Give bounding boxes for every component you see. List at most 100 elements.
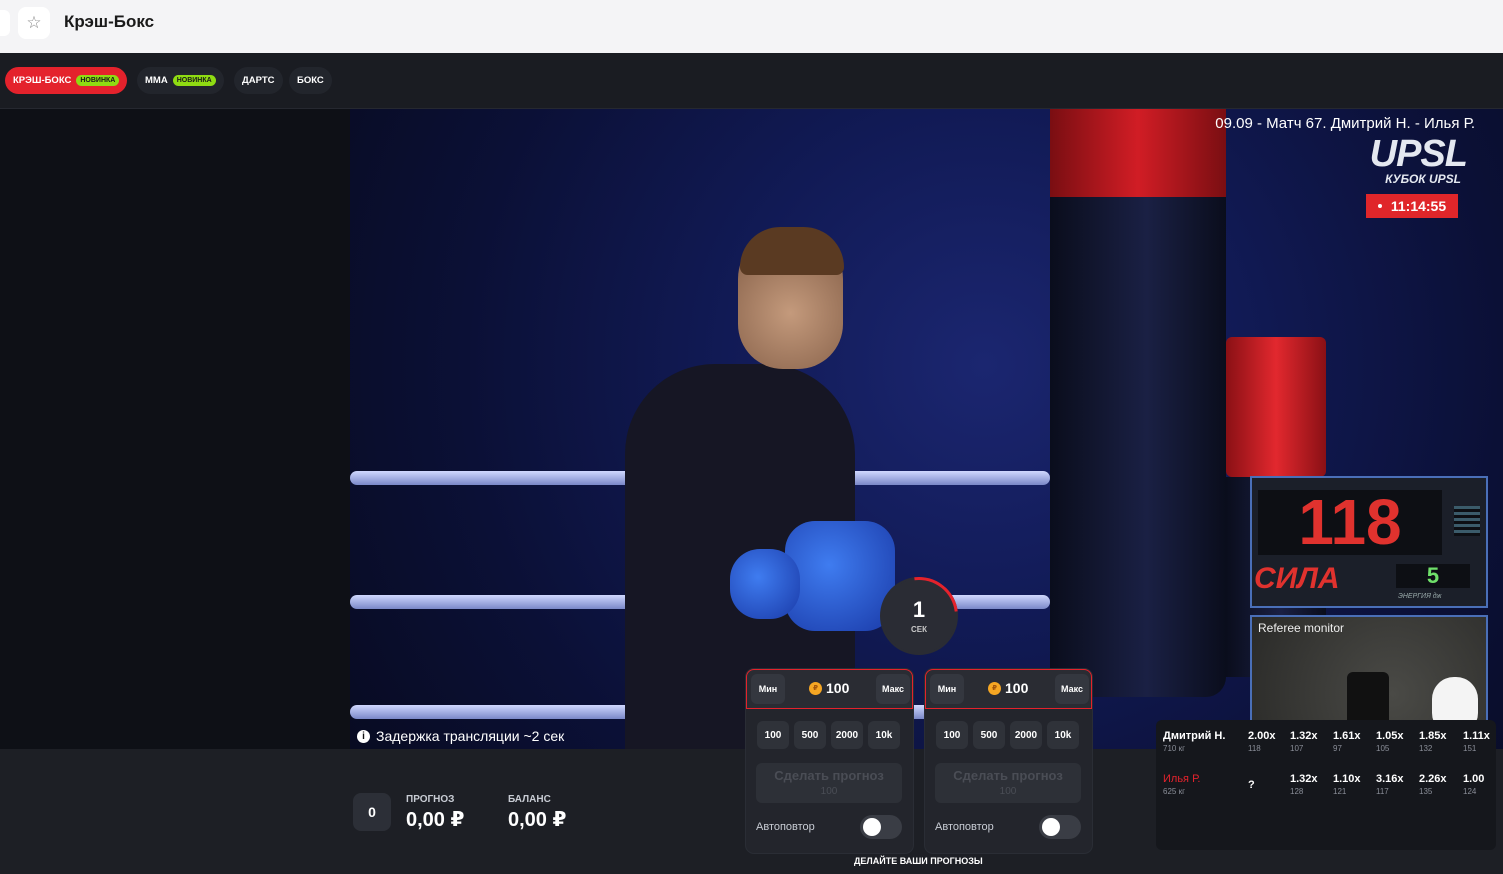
- second-bag-top: [1226, 337, 1326, 477]
- video-stream: 09.09 - Матч 67. Дмитрий Н. - Илья Р. UP…: [350, 109, 1503, 749]
- odds-cell[interactable]: 1.05x: [1376, 730, 1404, 742]
- amount-row: Мин ₽ 100 Макс: [925, 669, 1092, 709]
- amount-input[interactable]: ₽ 100: [988, 680, 1028, 696]
- countdown-timer: 1 СЕК: [864, 561, 974, 671]
- browser-topbar: ☆ Крэш-Бокс: [0, 0, 1503, 53]
- autorepeat-toggle[interactable]: [860, 815, 902, 839]
- quick-amount-button[interactable]: 10k: [868, 721, 900, 749]
- ruble-coin-icon: ₽: [809, 681, 822, 695]
- tab-crash-box[interactable]: КРЭШ-БОКС НОВИНКА: [5, 67, 128, 94]
- autorepeat-toggle[interactable]: [1039, 815, 1081, 839]
- tab-mma[interactable]: ММА НОВИНКА: [137, 67, 224, 94]
- player-name: Дмитрий Н.: [1163, 730, 1226, 742]
- odds-cell[interactable]: 1.85x: [1419, 730, 1447, 742]
- tab-label: БОКС: [297, 75, 324, 86]
- make-forecast-label: Сделать прогноз: [774, 768, 884, 783]
- odds-cell[interactable]: 1.32x: [1290, 730, 1318, 742]
- odds-weight: 117: [1376, 787, 1389, 796]
- max-button[interactable]: Макс: [876, 674, 910, 704]
- make-forecast-amount: 100: [999, 786, 1017, 797]
- quick-amount-button[interactable]: 2000: [1010, 721, 1042, 749]
- cup-label: КУБОК UPSL: [1385, 172, 1461, 186]
- min-button[interactable]: Мин: [930, 674, 964, 704]
- balance-value: 0,00 ₽: [508, 809, 567, 831]
- tab-darts[interactable]: ДАРТС: [234, 67, 283, 94]
- max-button[interactable]: Макс: [1055, 674, 1089, 704]
- make-forecast-button[interactable]: Сделать прогноз 100: [935, 763, 1081, 803]
- odds-weight: 107: [1290, 744, 1304, 753]
- strength-value: 118: [1258, 490, 1442, 555]
- meter-icon: [1454, 506, 1480, 536]
- player-name: Илья Р.: [1163, 773, 1201, 785]
- odds-weight: 151: [1463, 744, 1477, 753]
- odds-cell[interactable]: 2.00x: [1248, 730, 1276, 742]
- odds-cell[interactable]: 2.26x: [1419, 773, 1447, 785]
- bet-panel-2: Мин ₽ 100 Макс 100 500 2000 10k Сделать …: [925, 669, 1092, 853]
- new-badge: НОВИНКА: [172, 75, 216, 86]
- bet-panel-1: Мин ₽ 100 Макс 100 500 2000 10k Сделать …: [746, 669, 913, 853]
- make-forecast-label: Сделать прогноз: [953, 768, 1063, 783]
- odds-cell[interactable]: 3.16x: [1376, 773, 1404, 785]
- tab-label: КРЭШ-БОКС: [13, 75, 72, 86]
- upsl-logo: UPSL: [1369, 133, 1468, 175]
- make-forecast-button[interactable]: Сделать прогноз 100: [756, 763, 902, 803]
- tab-label: ДАРТС: [242, 75, 275, 86]
- star-icon[interactable]: ☆: [18, 7, 50, 39]
- amount-value: 100: [1005, 680, 1029, 696]
- timer-unit: СЕК: [911, 625, 927, 634]
- boxing-glove: [785, 521, 895, 631]
- tab-boxing[interactable]: БОКС: [289, 67, 332, 94]
- ruble-coin-icon: ₽: [988, 681, 1001, 695]
- quick-amount-button[interactable]: 10k: [1047, 721, 1079, 749]
- player-weight: 625 кг: [1163, 787, 1185, 796]
- odds-weight: 118: [1248, 744, 1261, 753]
- toggle-knob: [1042, 818, 1060, 836]
- stream-delay: i Задержка трансляции ~2 сек: [357, 728, 564, 744]
- toggle-knob: [863, 818, 881, 836]
- min-button[interactable]: Мин: [751, 674, 785, 704]
- odds-cell[interactable]: 1.32x: [1290, 773, 1318, 785]
- quick-amount-button[interactable]: 500: [973, 721, 1005, 749]
- tab-label: ММА: [145, 75, 168, 86]
- amount-input[interactable]: ₽ 100: [809, 680, 849, 696]
- player-weight: 710 кг: [1163, 744, 1185, 753]
- forecast-label: ПРОГНОЗ: [406, 794, 455, 805]
- timer-value: 1: [912, 597, 926, 622]
- quick-amount-button[interactable]: 2000: [831, 721, 863, 749]
- stream-clock: 11:14:55: [1366, 194, 1458, 218]
- strength-label: СИЛА: [1254, 562, 1340, 595]
- odds-weight: 128: [1290, 787, 1304, 796]
- live-dot-icon: [1377, 204, 1382, 208]
- odds-weight: 121: [1333, 787, 1347, 796]
- odds-cell[interactable]: 1.10x: [1333, 773, 1361, 785]
- energy-value: 5: [1396, 564, 1470, 588]
- bet-count: 0: [353, 793, 391, 831]
- place-forecasts-hint: ДЕЛАЙТЕ ВАШИ ПРОГНОЗЫ: [854, 856, 983, 866]
- odds-cell[interactable]: 1.00: [1463, 773, 1484, 785]
- odds-weight: 132: [1419, 744, 1433, 753]
- autorepeat-label: Автоповтор: [935, 821, 994, 833]
- quick-amount-button[interactable]: 100: [936, 721, 968, 749]
- left-empty-area: [0, 109, 350, 749]
- punching-bag-top: [1050, 109, 1226, 197]
- odds-weight: 97: [1333, 744, 1342, 753]
- odds-cell[interactable]: 1.11x: [1463, 730, 1490, 742]
- quick-amount-button[interactable]: 100: [757, 721, 789, 749]
- odds-cell[interactable]: 1.61x: [1333, 730, 1361, 742]
- game-tabs: КРЭШ-БОКС НОВИНКА ММА НОВИНКА ДАРТС БОКС: [0, 53, 1503, 109]
- odds-weight: 105: [1376, 744, 1390, 753]
- quick-amount-button[interactable]: 500: [794, 721, 826, 749]
- forecast-value: 0,00 ₽: [406, 809, 465, 831]
- balance-label: БАЛАНС: [508, 794, 551, 805]
- boxing-glove: [730, 549, 800, 619]
- make-forecast-amount: 100: [820, 786, 838, 797]
- energy-label: ЭНЕРГИЯ дж: [1398, 593, 1442, 600]
- page-title: Крэш-Бокс: [64, 12, 155, 31]
- balance-stat: БАЛАНС 0,00 ₽: [508, 794, 566, 832]
- forecast-stat: ПРОГНОЗ 0,00 ₽: [406, 794, 464, 832]
- odds-weight: 135: [1419, 787, 1433, 796]
- odds-cell[interactable]: ?: [1248, 779, 1255, 791]
- referee-label: Referee monitor: [1258, 621, 1345, 635]
- back-tab-edge[interactable]: [0, 10, 10, 36]
- punching-bag: [1050, 197, 1226, 697]
